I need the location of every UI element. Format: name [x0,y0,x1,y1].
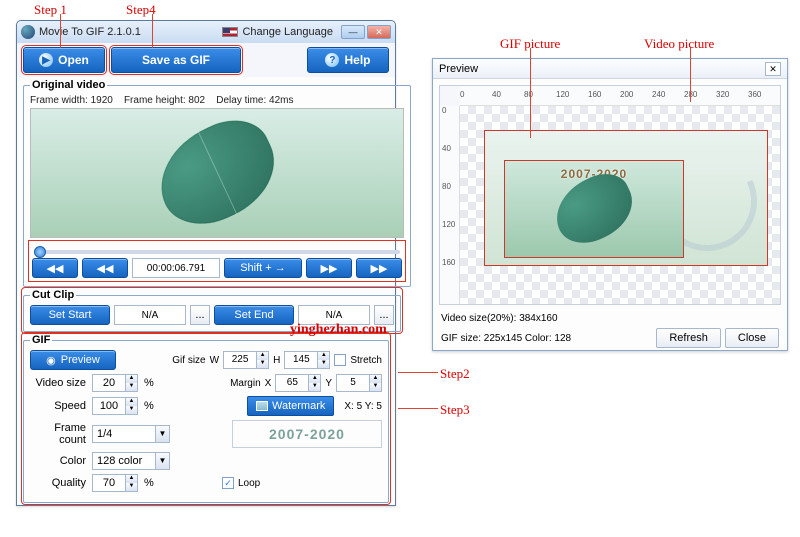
ruler-horizontal: 04080120160200240280320360 [460,86,780,106]
play-icon: ▶ [39,53,53,67]
flag-icon [222,27,238,37]
window-title: Movie To GIF 2.1.0.1 [39,26,141,38]
preview-canvas: 04080120160200240280320360 04080120160 2… [439,85,781,305]
step1-label: Step 1 [34,2,67,18]
app-icon [21,25,35,39]
ruler-vertical: 04080120160 [440,106,460,304]
step4-label: Step4 [126,2,156,18]
gif-group: GIF ◉ Preview Gif size W 225▲▼ H 145▲▼ S… [23,334,389,503]
chevron-down-icon: ▼ [155,453,169,469]
gif-picture-label: GIF picture [500,36,560,52]
preview-button[interactable]: ◉ Preview [30,350,116,370]
watermark-button[interactable]: Watermark [247,396,334,416]
original-video-group: Original video Frame width: 1920 Frame h… [23,79,411,287]
color-select[interactable]: 128 color▼ [92,452,170,470]
shift-right-button[interactable]: Shift + → [224,258,302,278]
prev-fast-button[interactable]: ◀◀ [32,258,78,278]
end-time-field[interactable]: N/A [298,305,370,325]
refresh-button[interactable]: Refresh [656,328,721,348]
end-browse-button[interactable]: ... [374,305,394,325]
set-start-button[interactable]: Set Start [30,305,110,325]
step3-label: Step3 [440,402,470,418]
preview-info-2: GIF size: 225x145 Color: 128 [441,333,571,344]
open-button[interactable]: ▶ Open [23,47,105,73]
preview-window: Preview ✕ 04080120160200240280320360 040… [432,58,788,351]
quality-input[interactable]: 70▲▼ [92,474,138,492]
image-icon [256,401,268,411]
next-fast-button[interactable]: ▶▶ [356,258,402,278]
change-language-link[interactable]: Change Language [222,26,333,38]
eye-icon: ◉ [46,354,56,367]
start-time-field[interactable]: N/A [114,305,186,325]
video-preview [30,108,404,238]
leaf-artwork [144,108,291,238]
help-icon: ? [325,53,339,67]
cut-clip-legend: Cut Clip [30,289,76,301]
prev-button[interactable]: ◀◀ [82,258,128,278]
video-picture-label: Video picture [644,36,714,52]
set-end-button[interactable]: Set End [214,305,294,325]
gif-width-input[interactable]: 225▲▼ [223,351,269,369]
preview-close-corner[interactable]: ✕ [765,62,781,76]
help-button[interactable]: ? Help [307,47,389,73]
preview-title: Preview [439,63,478,75]
save-as-gif-button[interactable]: Save as GIF [111,47,241,73]
preview-info-1: Video size(20%): 384x160 [433,311,787,326]
preview-close-button[interactable]: Close [725,328,779,348]
minimize-button[interactable]: — [341,25,365,39]
chevron-down-icon: ▼ [155,426,169,442]
toolbar: ▶ Open Save as GIF ? Help [17,43,395,77]
seek-track[interactable] [34,250,400,254]
leaf-artwork [545,165,643,253]
loop-checkbox[interactable]: ✓ [222,477,234,489]
title-bar[interactable]: Movie To GIF 2.1.0.1 Change Language — ✕ [17,21,395,43]
frame-count-select[interactable]: 1/4▼ [92,425,170,443]
stretch-checkbox[interactable] [334,354,346,366]
margin-y-input[interactable]: 5▲▼ [336,374,382,392]
original-legend: Original video [30,79,107,91]
gif-frame-outline: 2007-2020 [504,160,684,258]
start-browse-button[interactable]: ... [190,305,210,325]
video-meta: Frame width: 1920 Frame height: 802 Dela… [30,95,404,106]
step2-label: Step2 [440,366,470,382]
watermark-preview: 2007-2020 [232,420,382,448]
gif-height-input[interactable]: 145▲▼ [284,351,330,369]
speed-input[interactable]: 100▲▼ [92,397,138,415]
next-button[interactable]: ▶▶ [306,258,352,278]
seek-thumb[interactable] [34,246,46,258]
gif-legend: GIF [30,334,52,346]
time-display: 00:00:06.791 [132,258,220,278]
main-window: Movie To GIF 2.1.0.1 Change Language — ✕… [16,20,396,506]
cut-clip-group: Cut Clip Set Start N/A ... Set End N/A .… [23,289,401,332]
close-button[interactable]: ✕ [367,25,391,39]
margin-x-input[interactable]: 65▲▼ [275,374,321,392]
video-size-input[interactable]: 20▲▼ [92,374,138,392]
preview-header[interactable]: Preview ✕ [433,59,787,79]
